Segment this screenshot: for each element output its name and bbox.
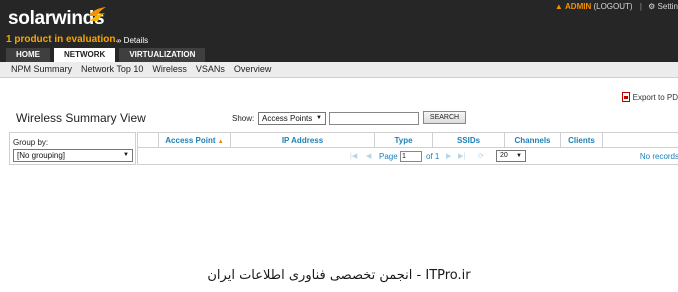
main-tabs: HOME NETWORK VIRTUALIZATION <box>6 48 206 62</box>
evaluation-notice: 1 product in evaluation. <box>6 34 119 45</box>
group-by-label: Group by: <box>13 138 49 147</box>
subnav-wireless[interactable]: Wireless <box>152 62 187 77</box>
column-header-type[interactable]: Type <box>374 133 432 148</box>
chevron-down-icon: ▼ <box>516 153 522 159</box>
next-page-icon[interactable]: ▶ <box>446 152 451 160</box>
wireless-grid: Access Point ▲ IP Address Type SSIDs Cha… <box>137 132 678 165</box>
show-select[interactable]: Access Points ▼ <box>258 112 326 125</box>
user-name-link[interactable]: ADMIN <box>565 2 591 11</box>
pagination-bar: |◀ ◀ Page 1 of 1 ▶ ▶| ⟳ 20 ▼ No records <box>138 149 678 165</box>
subnav-npm-summary[interactable]: NPM Summary <box>11 62 72 77</box>
pdf-icon <box>621 92 630 102</box>
first-page-icon[interactable]: |◀ <box>350 152 357 160</box>
logo-flame-icon <box>88 7 106 21</box>
group-by-panel: Group by: [No grouping] ▼ <box>9 132 136 165</box>
user-icon: ▲ <box>554 2 563 11</box>
page-size-select[interactable]: 20 ▼ <box>496 150 526 162</box>
expand-column-header <box>138 133 158 148</box>
prev-page-icon[interactable]: ◀ <box>366 152 371 160</box>
page-number-input[interactable]: 1 <box>400 151 422 162</box>
chevron-down-icon: ▼ <box>123 152 129 158</box>
search-button[interactable]: SEARCH <box>423 111 466 124</box>
column-header-access-point[interactable]: Access Point ▲ <box>158 133 230 148</box>
tab-virtualization[interactable]: VIRTUALIZATION <box>119 48 206 62</box>
column-header-ssids[interactable]: SSIDs <box>432 133 504 148</box>
sub-navigation: NPM Summary Network Top 10 Wireless VSAN… <box>0 62 678 78</box>
page-label: Page <box>379 152 398 161</box>
column-header-channels[interactable]: Channels <box>504 133 560 148</box>
subnav-network-top-10[interactable]: Network Top 10 <box>81 62 143 77</box>
search-input[interactable] <box>329 112 419 125</box>
watermark-text: ITPro.ir - انجمن تخصصی فناوری اطلاعات ای… <box>207 268 471 283</box>
page-count-label: of 1 <box>426 152 440 161</box>
last-page-icon[interactable]: ▶| <box>458 152 465 160</box>
page-title: Wireless Summary View <box>16 111 146 125</box>
grid-header: Access Point ▲ IP Address Type SSIDs Cha… <box>138 133 678 148</box>
column-header-ip-address[interactable]: IP Address <box>230 133 374 148</box>
export-pdf-link[interactable]: Export to PD <box>621 92 678 102</box>
group-by-value: [No grouping] <box>17 151 66 160</box>
sort-arrow-icon: ▲ <box>217 139 224 145</box>
page-size-value: 20 <box>500 152 508 159</box>
details-link[interactable]: » Details <box>117 36 148 45</box>
group-by-select[interactable]: [No grouping] ▼ <box>13 149 133 162</box>
show-select-value: Access Points <box>262 114 313 123</box>
subnav-vsans[interactable]: VSANs <box>196 62 225 77</box>
chevron-down-icon: ▼ <box>316 115 322 121</box>
export-label: Export to PD <box>632 92 678 102</box>
settings-icon[interactable]: ⚙ <box>648 2 655 11</box>
column-header-label: Access Point <box>165 136 216 145</box>
tab-home[interactable]: HOME <box>6 48 50 62</box>
refresh-icon[interactable]: ⟳ <box>478 152 484 160</box>
divider: | <box>639 2 642 11</box>
subnav-overview[interactable]: Overview <box>234 62 272 77</box>
show-label: Show: <box>232 114 255 123</box>
column-header-empty <box>602 133 678 148</box>
no-records-text: No records <box>639 152 678 161</box>
column-header-clients[interactable]: Clients <box>560 133 602 148</box>
logout-link[interactable]: (LOGOUT) <box>593 2 632 11</box>
user-bar: ▲ ADMIN (LOGOUT) | ⚙ Settin <box>555 2 678 11</box>
top-header: solarwinds 1 product in evaluation. » De… <box>0 0 678 62</box>
tab-network[interactable]: NETWORK <box>54 48 116 62</box>
settings-link[interactable]: Settin <box>658 2 678 11</box>
